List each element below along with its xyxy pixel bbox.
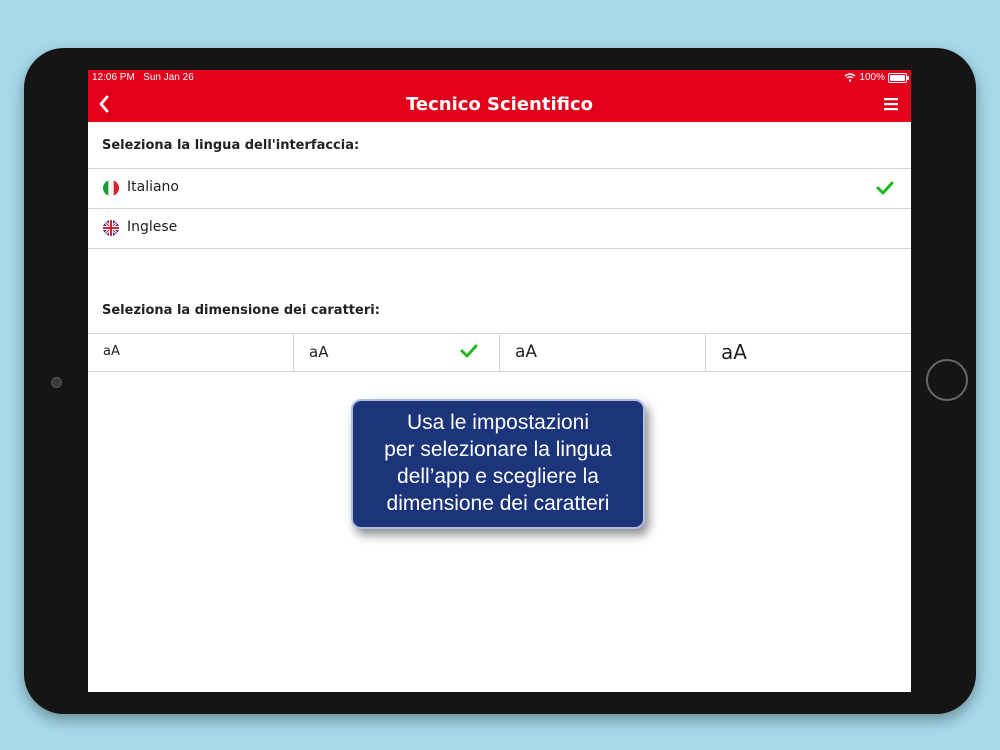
battery-icon: [888, 72, 909, 83]
status-right: 100%: [844, 72, 909, 83]
italy-flag-icon: [103, 180, 119, 196]
status-bar: 12:06 PM Sun Jan 26 100%: [88, 70, 911, 86]
nav-bar: Tecnico Scientifico: [88, 86, 911, 122]
font-size-option-label: aA: [515, 342, 538, 362]
font-size-option-small[interactable]: aA: [88, 334, 293, 371]
font-size-option-label: aA: [309, 343, 329, 361]
uk-flag-icon: [103, 220, 119, 236]
status-time: 12:06 PM Sun Jan 26: [92, 72, 194, 83]
check-icon: [876, 181, 894, 195]
tooltip-line: Usa le impostazioni: [406, 411, 590, 434]
language-option-label: Inglese: [127, 219, 178, 235]
font-size-option-large[interactable]: aA: [499, 334, 705, 371]
font-size-selector: aA aA aA aA: [88, 333, 911, 372]
status-time-text: 12:06 PM: [92, 72, 135, 83]
tooltip-line: per selezionare la lingua: [384, 438, 612, 461]
home-button[interactable]: [926, 359, 968, 401]
check-icon: [460, 344, 478, 358]
tooltip-line: dimensione dei caratteri: [386, 492, 610, 515]
tooltip-line: dell’app e scegliere la: [397, 465, 599, 488]
font-size-option-label: aA: [721, 340, 747, 364]
language-option-inglese[interactable]: Inglese: [88, 208, 911, 249]
font-size-option-xlarge[interactable]: aA: [705, 334, 911, 371]
app-screen: 12:06 PM Sun Jan 26 100% Tecnico Scienti…: [88, 70, 911, 692]
language-option-label: Italiano: [127, 179, 179, 195]
tooltip-callout: Usa le impostazioni per selezionare la l…: [351, 399, 645, 529]
font-size-section-label: Seleziona la dimensione dei caratteri:: [102, 303, 380, 318]
language-option-italiano[interactable]: Italiano: [88, 168, 911, 208]
hamburger-menu-icon[interactable]: [879, 90, 905, 118]
camera-icon: [51, 377, 62, 388]
page-title: Tecnico Scientifico: [405, 94, 594, 115]
language-section-label: Seleziona la lingua dell'interfaccia:: [102, 138, 360, 153]
battery-percent: 100%: [859, 72, 885, 83]
font-size-option-medium[interactable]: aA: [293, 334, 499, 371]
font-size-option-label: aA: [103, 344, 120, 359]
wifi-icon: [844, 73, 856, 82]
status-date-text: Sun Jan 26: [143, 72, 194, 83]
